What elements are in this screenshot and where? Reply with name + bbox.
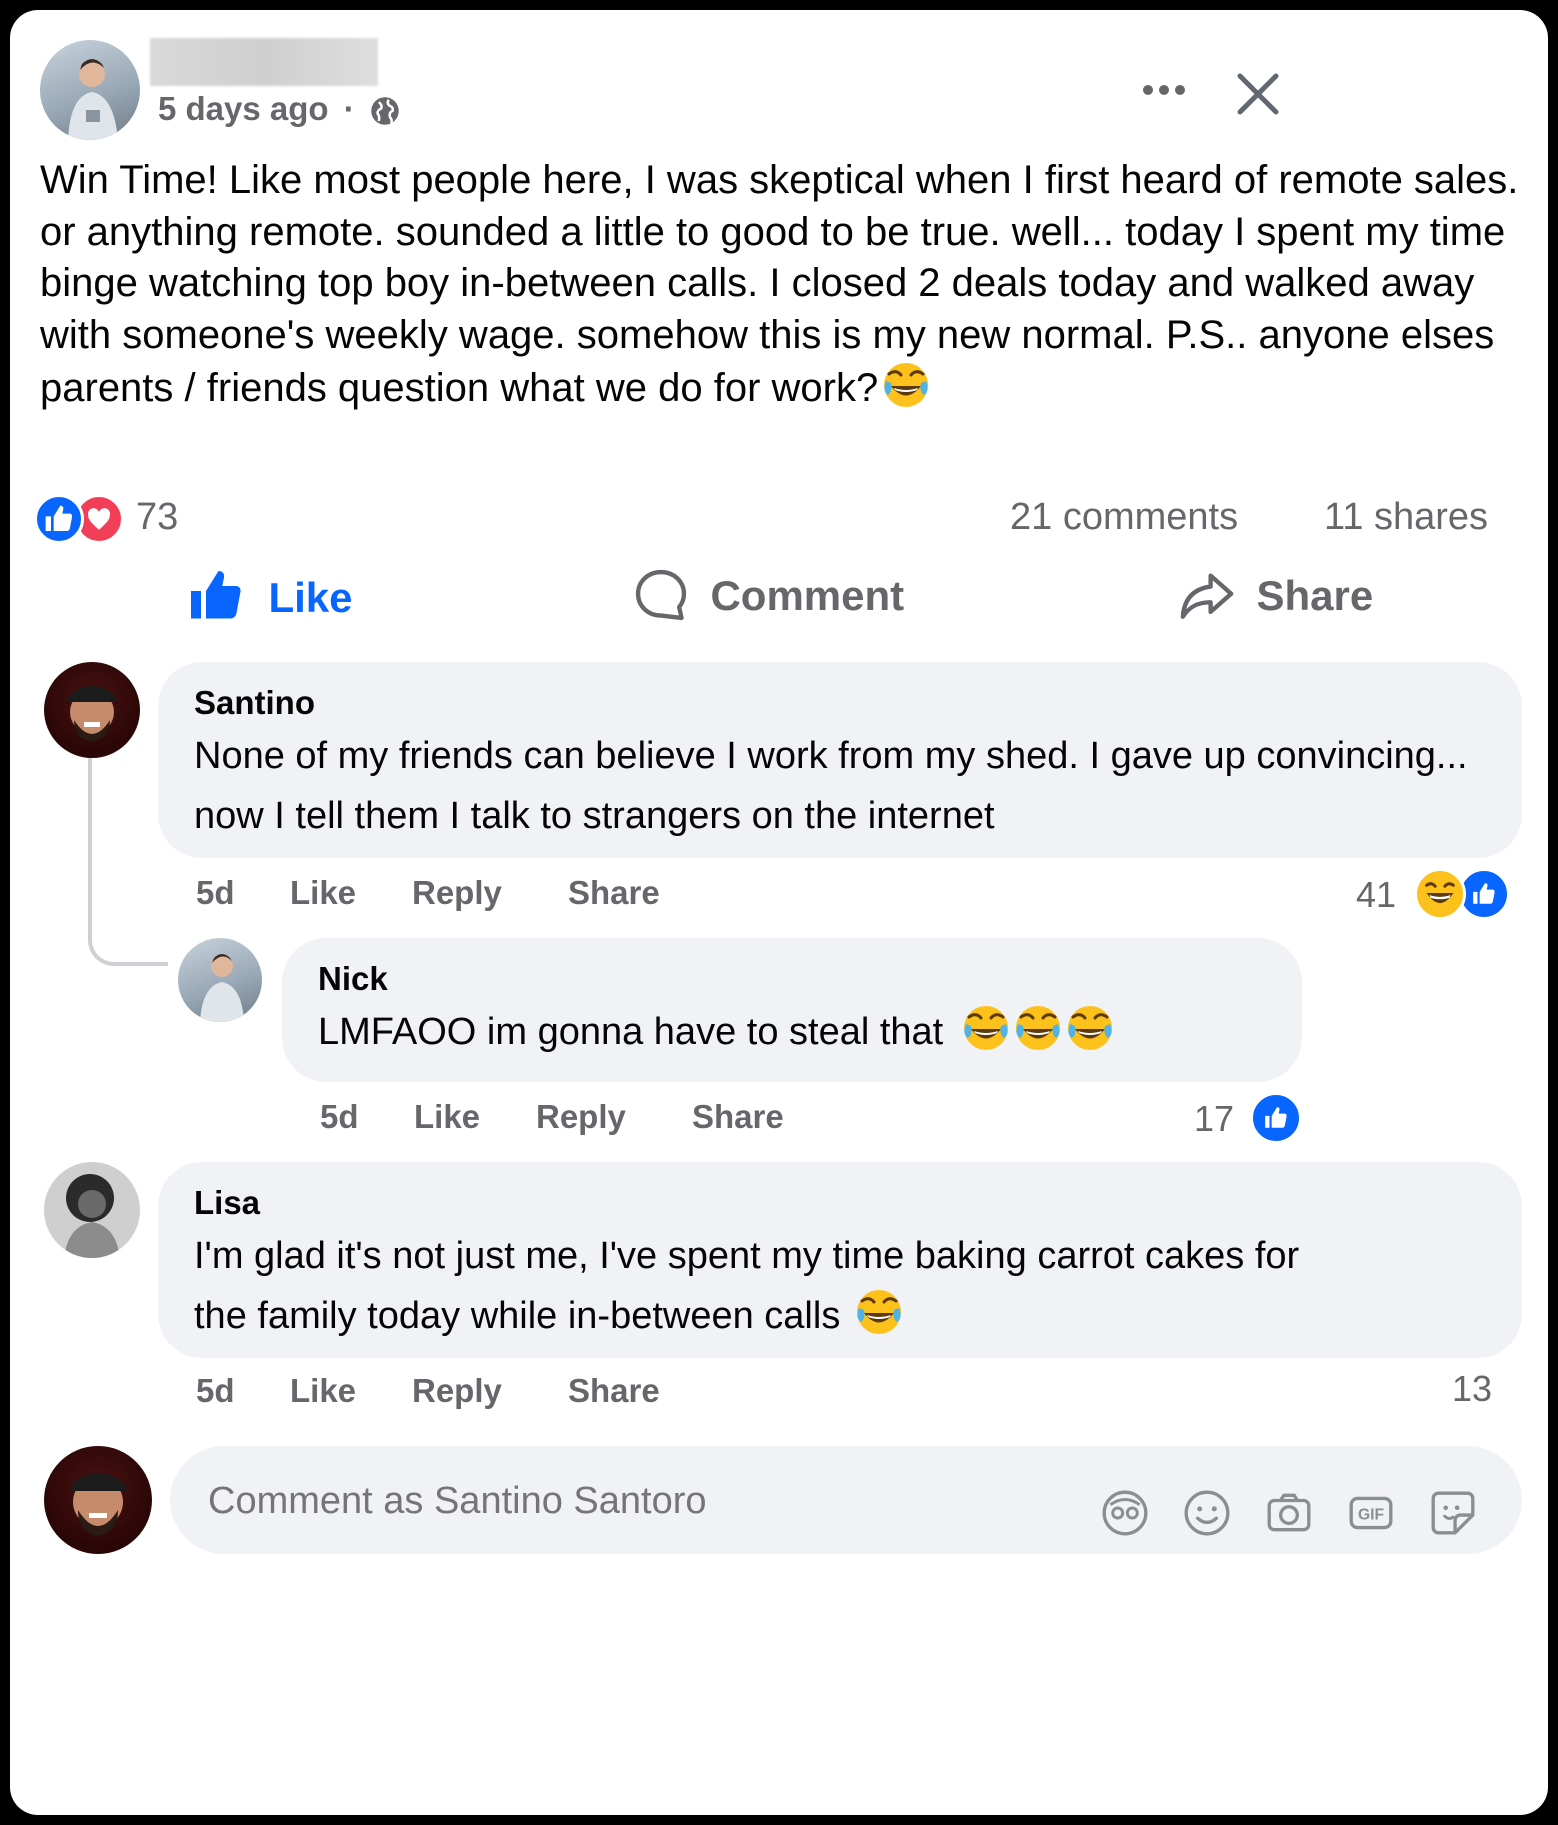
avatar-sticker-icon[interactable] — [1100, 1488, 1150, 1538]
commenter-avatar[interactable] — [44, 662, 140, 758]
like-button[interactable]: Like — [186, 566, 353, 636]
comment-icon — [635, 569, 687, 621]
comment-bubble: Santino None of my friends can believe I… — [158, 662, 1522, 858]
globe-icon — [371, 97, 399, 125]
comment-like-button[interactable]: Like — [290, 1372, 356, 1410]
comment-time[interactable]: 5d — [320, 1098, 359, 1136]
comment-author[interactable]: Lisa — [194, 1184, 260, 1222]
commenter-avatar[interactable] — [44, 1162, 140, 1258]
meta-separator: · — [343, 90, 355, 127]
person-photo-icon — [68, 686, 116, 742]
post-time[interactable]: 5 days ago — [158, 90, 329, 127]
commenter-avatar[interactable] — [178, 938, 262, 1022]
share-button[interactable]: Share — [1178, 566, 1373, 636]
reaction-summary[interactable]: 73 — [34, 492, 234, 544]
shares-count[interactable]: 11 shares — [1324, 496, 1488, 539]
comment-text-line: LMFAOO im gonna have to steal that — [318, 1002, 1298, 1062]
comment-author[interactable]: Nick — [318, 960, 388, 998]
post-card: 5 days ago · Win Time! Like most people … — [10, 10, 1548, 1815]
comment-label: Comment — [710, 572, 905, 619]
comment-reply-button[interactable]: Reply — [412, 874, 502, 912]
laughing-emoji-icon — [1066, 1004, 1114, 1052]
share-label: Share — [1256, 572, 1374, 619]
share-icon — [1180, 573, 1234, 619]
person-photo-icon — [200, 954, 244, 1022]
person-photo-icon — [68, 59, 118, 140]
comment-text: I'm glad it's not just me, I've spent my… — [194, 1235, 1300, 1337]
comments-count[interactable]: 21 comments — [1010, 496, 1238, 539]
svg-text:GIF: GIF — [1358, 1507, 1384, 1524]
sticker-icon[interactable] — [1428, 1488, 1478, 1538]
comment-reactions[interactable]: 41 — [1356, 866, 1526, 922]
author-name-redacted — [150, 38, 378, 86]
like-label: Like — [268, 574, 353, 621]
laughing-emoji-icon — [962, 1004, 1010, 1052]
comment-reply-button[interactable]: Reply — [536, 1098, 626, 1136]
current-user-avatar — [44, 1446, 152, 1554]
comment-composer: GIF — [170, 1446, 1522, 1554]
more-options-icon[interactable] — [1136, 80, 1196, 100]
comment-author[interactable]: Santino — [194, 684, 315, 722]
comment-reaction-count: 17 — [1194, 1098, 1235, 1139]
like-reaction-icon — [34, 494, 84, 544]
camera-icon[interactable] — [1264, 1488, 1314, 1538]
person-photo-icon — [71, 1473, 125, 1536]
post-text: Win Time! Like most people here, I was s… — [40, 158, 1519, 410]
comment-actions: 5d Like Reply Share — [196, 874, 796, 914]
author-avatar[interactable] — [40, 40, 140, 140]
post-meta: 5 days ago · — [158, 90, 400, 128]
reply-bubble: Nick LMFAOO im gonna have to steal that — [282, 938, 1302, 1082]
comment-button[interactable]: Comment — [632, 566, 904, 636]
comment-share-button[interactable]: Share — [568, 874, 660, 912]
laughing-emoji-icon — [882, 361, 930, 409]
reaction-count: 73 — [136, 496, 179, 538]
comment-share-button[interactable]: Share — [692, 1098, 784, 1136]
comment-text: None of my friends can believe I work fr… — [194, 735, 1468, 837]
like-icon — [186, 566, 246, 626]
close-icon[interactable] — [1234, 70, 1282, 118]
haha-reaction-icon — [1414, 868, 1466, 920]
post-body: Win Time! Like most people here, I was s… — [40, 155, 1520, 415]
comment-actions: 5d Like Reply Share — [196, 1372, 796, 1412]
comment-reaction-count: 41 — [1356, 874, 1397, 915]
comment-bubble: Lisa I'm glad it's not just me, I've spe… — [158, 1162, 1522, 1358]
comment-input[interactable] — [206, 1472, 910, 1530]
comment-reactions[interactable]: 17 — [1194, 1090, 1314, 1146]
comment-reaction-count[interactable]: 13 — [1452, 1368, 1492, 1410]
emoji-icon[interactable] — [1182, 1488, 1232, 1538]
comment-share-button[interactable]: Share — [568, 1372, 660, 1410]
gif-icon[interactable]: GIF — [1346, 1488, 1396, 1538]
person-photo-icon — [64, 1174, 120, 1258]
comment-time[interactable]: 5d — [196, 1372, 235, 1410]
comment-like-button[interactable]: Like — [290, 874, 356, 912]
comment-like-button[interactable]: Like — [414, 1098, 480, 1136]
comment-actions: 5d Like Reply Share — [320, 1098, 920, 1138]
comment-time[interactable]: 5d — [196, 874, 235, 912]
reply-thread-line — [88, 752, 168, 966]
comment-text-block: I'm glad it's not just me, I've spent my… — [194, 1226, 1354, 1346]
laughing-emoji-icon — [855, 1288, 903, 1336]
comment-reply-button[interactable]: Reply — [412, 1372, 502, 1410]
laughing-emoji-icon — [1014, 1004, 1062, 1052]
like-reaction-icon — [1250, 1092, 1302, 1144]
comment-text: LMFAOO im gonna have to steal that — [318, 1011, 944, 1053]
